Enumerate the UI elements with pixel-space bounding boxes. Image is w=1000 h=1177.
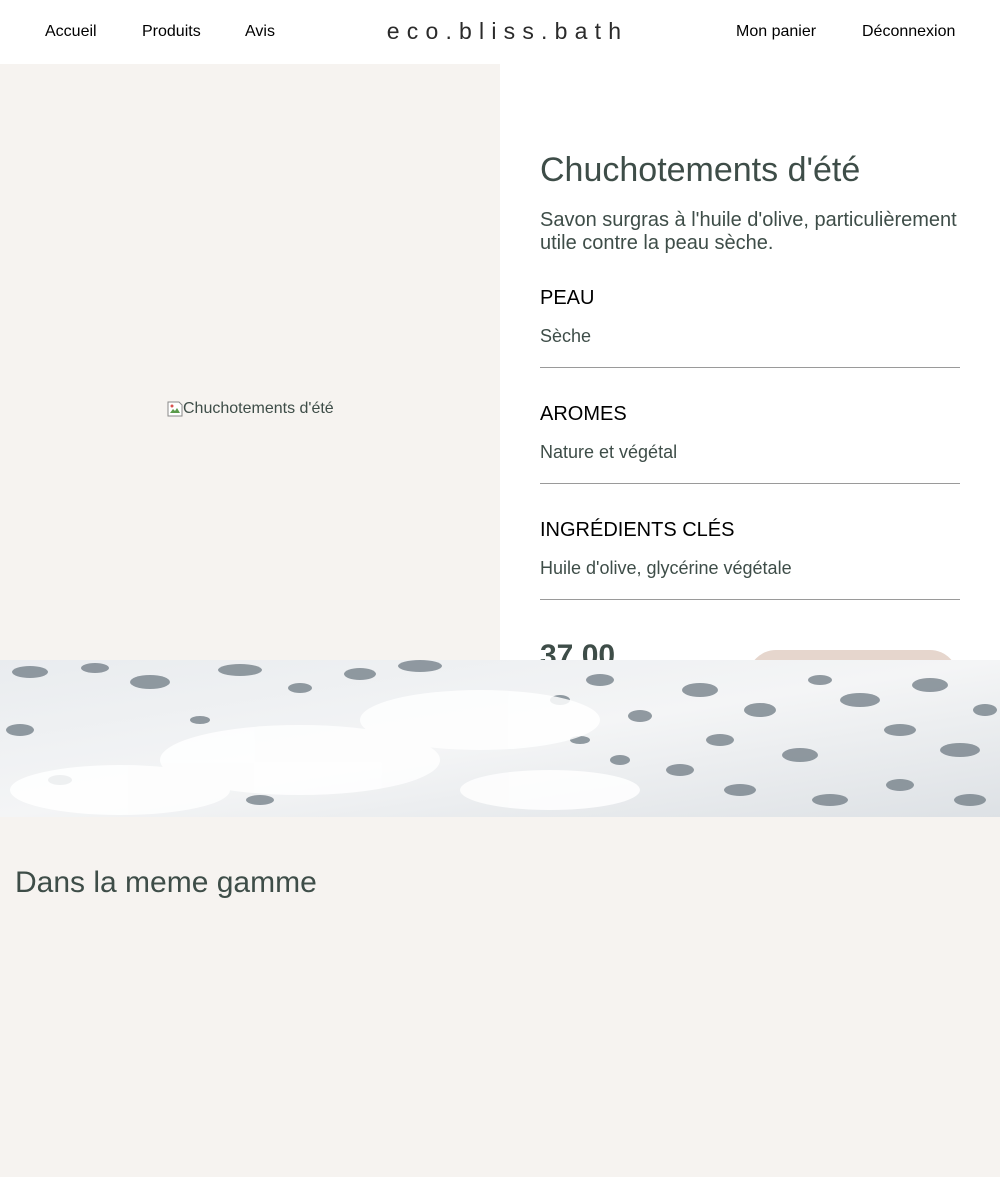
nav-link-deconnexion[interactable]: Déconnexion <box>862 22 955 42</box>
attribute-aromes: AROMES Nature et végétal <box>540 402 960 484</box>
attribute-value: Sèche <box>540 326 592 346</box>
product-image-alt-text: Chuchotements d'été <box>183 400 334 417</box>
related-products-section: Dans la meme gamme <box>0 817 1000 1177</box>
attribute-value: Huile d'olive, glycérine végétale <box>540 558 792 578</box>
product-image-area: Chuchotements d'été <box>0 64 500 660</box>
product-section: Chuchotements d'été Chuchotements d'été … <box>0 64 1000 660</box>
attribute-value: Nature et végétal <box>540 442 678 462</box>
attribute-label: AROMES <box>540 403 627 425</box>
nav-link-mon-panier[interactable]: Mon panier <box>736 22 816 42</box>
broken-image-icon <box>167 401 183 417</box>
nav-link-avis[interactable]: Avis <box>245 22 275 42</box>
attribute-label: PEAU <box>540 287 595 309</box>
foam-texture <box>0 660 1000 817</box>
attribute-ingredients: INGRÉDIENTS CLÉS Huile d'olive, glycérin… <box>540 518 960 600</box>
attribute-peau: PEAU Sèche <box>540 286 960 368</box>
site-logo[interactable]: eco.bliss.bath <box>385 17 630 45</box>
foam-banner-image <box>0 660 1000 817</box>
nav-link-produits[interactable]: Produits <box>142 22 201 42</box>
product-description: Savon surgras à l'huile d'olive, particu… <box>540 209 957 254</box>
site-header: Accueil Produits Avis eco.bliss.bath Mon… <box>0 0 1000 64</box>
product-price: 37,00 <box>540 639 616 660</box>
attribute-label: INGRÉDIENTS CLÉS <box>540 519 735 541</box>
nav-link-accueil[interactable]: Accueil <box>45 22 97 42</box>
related-products-title: Dans la meme gamme <box>15 866 317 899</box>
add-to-cart-button[interactable] <box>748 650 958 660</box>
product-image: Chuchotements d'été <box>167 400 334 418</box>
product-title: Chuchotements d'été <box>540 151 861 189</box>
